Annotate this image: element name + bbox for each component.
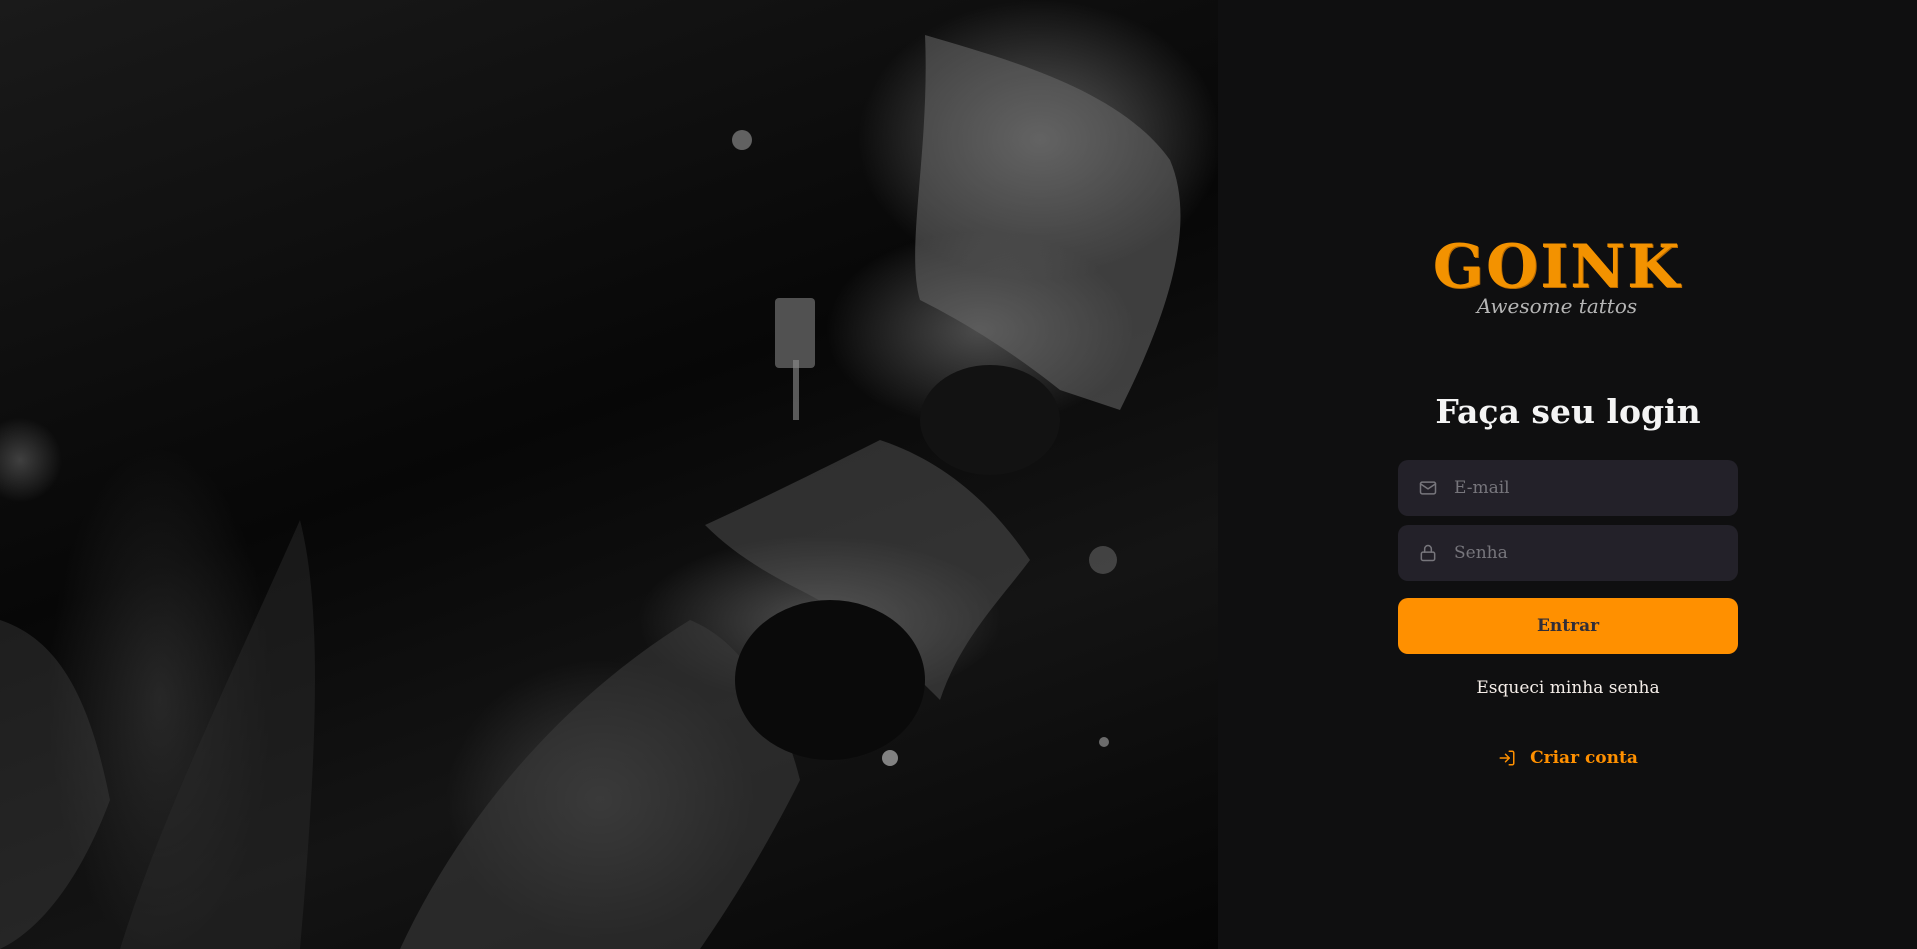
tattoo-photo-illustration bbox=[0, 35, 1181, 949]
login-page: GOINK Awesome tattos Faça seu login E-ma… bbox=[0, 0, 1917, 949]
password-input[interactable] bbox=[1452, 532, 1738, 574]
logo-tagline: Awesome tattos bbox=[1476, 294, 1638, 318]
mail-icon bbox=[1418, 478, 1438, 498]
hero-background-image bbox=[0, 0, 1218, 949]
password-field[interactable] bbox=[1398, 525, 1738, 581]
email-input[interactable] bbox=[1452, 467, 1738, 509]
logo-wordmark: GOINK bbox=[1432, 232, 1682, 302]
login-panel: GOINK Awesome tattos Faça seu login E-ma… bbox=[1218, 0, 1917, 949]
goink-logo: GOINK Awesome tattos bbox=[1412, 232, 1702, 328]
lock-icon bbox=[1418, 543, 1438, 563]
create-account-label: Criar conta bbox=[1530, 748, 1638, 768]
page-title: Faça seu login bbox=[1435, 392, 1701, 431]
email-field[interactable] bbox=[1398, 460, 1738, 516]
log-in-icon bbox=[1498, 749, 1516, 767]
create-account-link[interactable]: Criar conta bbox=[1398, 748, 1738, 768]
forgot-password-link[interactable]: Esqueci minha senha bbox=[1398, 678, 1738, 698]
submit-login-button[interactable]: Entrar bbox=[1398, 598, 1738, 654]
